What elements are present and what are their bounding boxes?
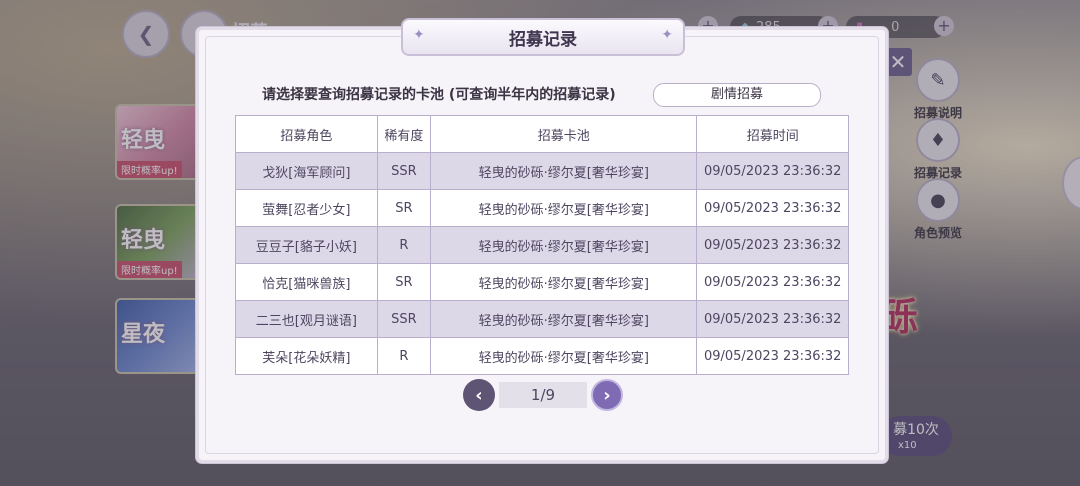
sparkle-icon: ✦ — [413, 27, 425, 43]
table-header-row: 招募角色 稀有度 招募卡池 招募时间 — [235, 115, 849, 153]
pagination: ‹ 1/9 › — [463, 379, 623, 411]
cell-character: 戈狄[海军顾问] — [235, 152, 378, 190]
table-row: 二三也[观月谜语] SSR 轻曳的砂砾·缪尔夏[奢华珍宴] 09/05/2023… — [235, 300, 849, 338]
cell-rarity: SSR — [376, 300, 432, 338]
cell-pool: 轻曳的砂砾·缪尔夏[奢华珍宴] — [430, 300, 698, 338]
table-row: 恰克[猫咪兽族] SR 轻曳的砂砾·缪尔夏[奢华珍宴] 09/05/2023 2… — [235, 263, 849, 301]
cell-pool: 轻曳的砂砾·缪尔夏[奢华珍宴] — [430, 189, 698, 227]
column-header-pool: 招募卡池 — [430, 115, 698, 153]
dialog-title: 招募记录 — [509, 29, 577, 50]
table-row: 芙朵[花朵妖精] R 轻曳的砂砾·缪尔夏[奢华珍宴] 09/05/2023 23… — [235, 337, 849, 375]
recruit-history-dialog: ✦ 招募记录 ✦ 请选择要查询招募记录的卡池 (可查询半年内的招募记录) 剧情招… — [196, 18, 888, 463]
cell-rarity: SR — [376, 189, 432, 227]
table-row: 豆豆子[貉子小妖] R 轻曳的砂砾·缪尔夏[奢华珍宴] 09/05/2023 2… — [235, 226, 849, 264]
cell-time: 09/05/2023 23:36:32 — [696, 337, 849, 375]
table-row: 萤舞[忍者少女] SR 轻曳的砂砾·缪尔夏[奢华珍宴] 09/05/2023 2… — [235, 189, 849, 227]
chevron-right-icon: › — [603, 384, 611, 406]
cell-pool: 轻曳的砂砾·缪尔夏[奢华珍宴] — [430, 152, 698, 190]
history-table: 招募角色 稀有度 招募卡池 招募时间 戈狄[海军顾问] SSR 轻曳的砂砾·缪尔… — [235, 115, 849, 375]
cell-pool: 轻曳的砂砾·缪尔夏[奢华珍宴] — [430, 263, 698, 301]
next-page-button[interactable]: › — [591, 379, 623, 411]
cell-character: 豆豆子[貉子小妖] — [235, 226, 378, 264]
cell-time: 09/05/2023 23:36:32 — [696, 263, 849, 301]
cell-time: 09/05/2023 23:36:32 — [696, 152, 849, 190]
cell-character: 恰克[猫咪兽族] — [235, 263, 378, 301]
column-header-time: 招募时间 — [696, 115, 849, 153]
cell-character: 萤舞[忍者少女] — [235, 189, 378, 227]
prev-page-button[interactable]: ‹ — [463, 379, 495, 411]
pool-select-dropdown[interactable]: 剧情招募 — [653, 83, 821, 107]
cell-time: 09/05/2023 23:36:32 — [696, 226, 849, 264]
pool-select-prompt: 请选择要查询招募记录的卡池 (可查询半年内的招募记录) — [262, 87, 616, 103]
cell-rarity: R — [376, 337, 432, 375]
cell-character: 二三也[观月谜语] — [235, 300, 378, 338]
sparkle-icon: ✦ — [661, 27, 673, 43]
page-indicator: 1/9 — [499, 382, 587, 408]
cell-pool: 轻曳的砂砾·缪尔夏[奢华珍宴] — [430, 226, 698, 264]
column-header-character: 招募角色 — [235, 115, 378, 153]
cell-pool: 轻曳的砂砾·缪尔夏[奢华珍宴] — [430, 337, 698, 375]
chevron-left-icon: ‹ — [475, 384, 483, 406]
cell-rarity: SR — [376, 263, 432, 301]
cell-time: 09/05/2023 23:36:32 — [696, 300, 849, 338]
column-header-rarity: 稀有度 — [376, 115, 432, 153]
cell-time: 09/05/2023 23:36:32 — [696, 189, 849, 227]
cell-character: 芙朵[花朵妖精] — [235, 337, 378, 375]
table-row: 戈狄[海军顾问] SSR 轻曳的砂砾·缪尔夏[奢华珍宴] 09/05/2023 … — [235, 152, 849, 190]
cell-rarity: SSR — [376, 152, 432, 190]
dialog-title-plate: ✦ 招募记录 ✦ — [401, 18, 685, 56]
cell-rarity: R — [376, 226, 432, 264]
